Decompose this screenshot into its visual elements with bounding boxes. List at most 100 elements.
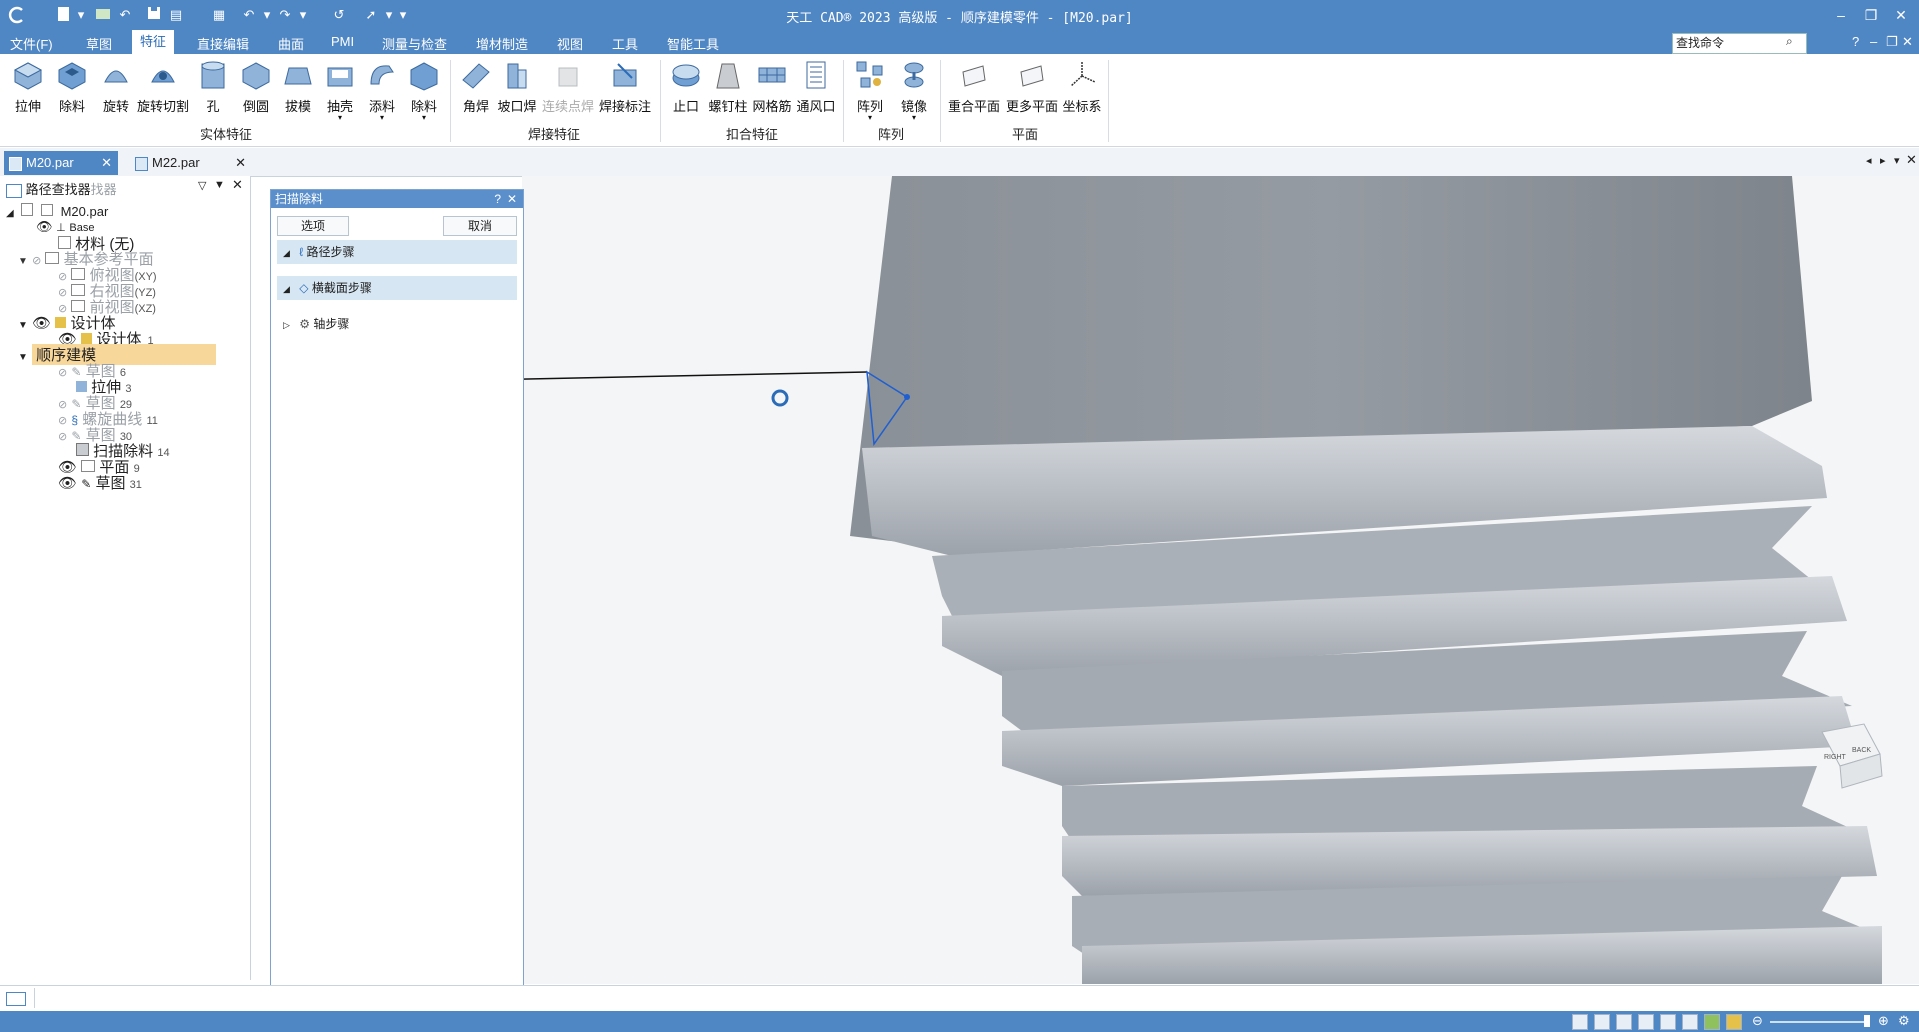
options-button[interactable]: 选项: [277, 216, 349, 236]
stitch-weld-button[interactable]: 连续点焊: [540, 58, 596, 115]
add-material-button[interactable]: 添料 ▾: [362, 58, 402, 122]
tree-node-root[interactable]: ◢ M20.par: [6, 203, 108, 219]
lip-button[interactable]: 止口: [668, 58, 704, 115]
part-icon: [40, 204, 53, 216]
menu-view[interactable]: 视图: [557, 34, 583, 53]
expand-icon[interactable]: ▷: [277, 320, 296, 330]
remove-material-button[interactable]: 除料 ▾: [404, 58, 444, 122]
collapse-icon[interactable]: ◢: [6, 208, 14, 219]
more-planes-button[interactable]: 更多平面: [1004, 58, 1060, 115]
panel-close-icon[interactable]: ✕: [507, 190, 517, 208]
revolve-cut-button[interactable]: 旋转切割: [136, 58, 190, 115]
tab-m22[interactable]: M22.par ✕: [130, 151, 252, 175]
hole-button[interactable]: 孔: [196, 58, 230, 115]
profile-vertex[interactable]: [904, 394, 910, 400]
menu-additive[interactable]: 增材制造: [476, 34, 528, 53]
shell-button[interactable]: 抽壳 ▾: [320, 58, 360, 122]
collapse-icon[interactable]: ◢: [277, 284, 296, 294]
eye-icon[interactable]: 👁: [36, 219, 53, 234]
close-window-button[interactable]: ✕: [1890, 4, 1912, 26]
tab-list-icon[interactable]: ▾: [1894, 154, 1900, 167]
panel-help-icon[interactable]: ?: [494, 190, 501, 208]
ribbon-restore-icon[interactable]: ❐: [1886, 34, 1898, 50]
close-tab-icon[interactable]: ✕: [101, 151, 112, 175]
ribbon-close-icon[interactable]: ✕: [1902, 34, 1913, 50]
close-panel-icon[interactable]: ✕: [232, 177, 243, 193]
menu-measure[interactable]: 测量与检查: [382, 34, 447, 53]
menu-direct-edit[interactable]: 直接编辑: [197, 34, 249, 53]
zoom-in-icon[interactable]: ⊕: [1878, 1013, 1889, 1029]
revolve-button[interactable]: 旋转: [96, 58, 136, 115]
menu-features[interactable]: 特征: [132, 30, 175, 54]
pan-icon[interactable]: [1638, 1014, 1654, 1030]
fillet-weld-button[interactable]: 角焊: [456, 58, 496, 115]
menu-surface[interactable]: 曲面: [278, 34, 304, 53]
expand-icon[interactable]: ▼: [18, 256, 28, 267]
step-axis[interactable]: ▷ ⚙ 轴步骤: [277, 312, 517, 336]
sketch-view-icon[interactable]: [1682, 1014, 1698, 1030]
zoom-slider-thumb[interactable]: [1864, 1015, 1870, 1027]
rotate-icon[interactable]: [1660, 1014, 1676, 1030]
draft-button[interactable]: 拔模: [278, 58, 318, 115]
add-material-dropdown-icon[interactable]: ▾: [362, 114, 402, 122]
pattern-button[interactable]: 阵列 ▾: [850, 58, 890, 122]
mirror-dropdown-icon[interactable]: ▾: [894, 114, 934, 122]
remove-material-dropdown-icon[interactable]: ▾: [404, 114, 444, 122]
step-path[interactable]: ◢ ℓ 路径步骤: [277, 240, 517, 264]
tab-scroll-left-icon[interactable]: ◂: [1866, 154, 1872, 167]
filter-icon[interactable]: ▽: [198, 179, 206, 192]
tab-m20[interactable]: M20.par ✕: [4, 151, 118, 175]
vent-button[interactable]: 通风口: [796, 58, 836, 115]
zoom-icon[interactable]: [1594, 1014, 1610, 1030]
fit-icon[interactable]: [1616, 1014, 1632, 1030]
zoom-out-icon[interactable]: ⊖: [1752, 1013, 1763, 1029]
menu-sketch[interactable]: 草图: [86, 34, 112, 53]
tab-scroll-right-icon[interactable]: ▸: [1880, 154, 1886, 167]
ribbon-minimize-icon[interactable]: –: [1870, 34, 1877, 49]
menu-file[interactable]: 文件(F): [10, 34, 53, 53]
menu-pmi[interactable]: PMI: [331, 34, 354, 49]
panel-menu-icon[interactable]: ▼: [214, 179, 225, 191]
pattern-dropdown-icon[interactable]: ▾: [850, 114, 890, 122]
shading-icon[interactable]: [1726, 1014, 1742, 1030]
eye-hidden-icon[interactable]: ⊘: [32, 255, 41, 267]
minimize-button[interactable]: –: [1830, 4, 1852, 26]
cancel-button[interactable]: 取消: [443, 216, 517, 236]
settings-icon[interactable]: ⚙: [1898, 1013, 1910, 1029]
web-network-icon: [758, 67, 786, 83]
menu-smart-tools[interactable]: 智能工具: [667, 34, 719, 53]
eye-hidden-icon[interactable]: ⊘: [58, 367, 67, 379]
web-network-button[interactable]: 网格筋: [750, 58, 794, 115]
search-icon[interactable]: ⌕: [1786, 34, 1793, 49]
sweep-path-line[interactable]: [522, 371, 868, 381]
thread-model: RIGHT BACK: [522, 176, 1883, 984]
eye-icon[interactable]: 👁: [32, 315, 51, 332]
zoom-slider[interactable]: [1770, 1021, 1870, 1023]
view-orient-icon[interactable]: [1704, 1014, 1720, 1030]
graphics-viewport[interactable]: RIGHT BACK: [522, 176, 1919, 984]
eye-hidden-icon[interactable]: ⊘: [58, 431, 67, 443]
weld-annotation-button[interactable]: 焊接标注: [598, 58, 652, 115]
round-button[interactable]: 倒圆: [236, 58, 276, 115]
mirror-button[interactable]: 镜像 ▾: [894, 58, 934, 122]
eye-icon[interactable]: 👁: [58, 475, 77, 492]
close-tab-icon[interactable]: ✕: [235, 151, 246, 175]
zoom-area-icon[interactable]: [1572, 1014, 1588, 1030]
groove-weld-button[interactable]: 坡口焊: [496, 58, 538, 115]
menu-tools[interactable]: 工具: [612, 34, 638, 53]
restore-button[interactable]: ❐: [1860, 4, 1882, 26]
expand-icon[interactable]: ▼: [18, 352, 28, 363]
shell-dropdown-icon[interactable]: ▾: [320, 114, 360, 122]
expand-icon[interactable]: ▼: [18, 320, 28, 331]
extrude-button[interactable]: 拉伸: [8, 58, 48, 115]
collapse-icon[interactable]: ◢: [277, 248, 296, 258]
coordinate-system-button[interactable]: 坐标系: [1060, 58, 1104, 115]
cut-button[interactable]: 除料: [52, 58, 92, 115]
keyboard-icon[interactable]: [6, 992, 26, 1006]
help-icon[interactable]: ?: [1852, 34, 1859, 49]
close-all-tabs-icon[interactable]: ✕: [1906, 152, 1917, 168]
coincident-plane-button[interactable]: 重合平面: [946, 58, 1002, 115]
step-cross-section[interactable]: ◢ ◇ 横截面步骤: [277, 276, 517, 300]
tree-node-sketch-31[interactable]: 👁 ✎ 草图 31: [58, 472, 142, 493]
boss-button[interactable]: 螺钉柱: [706, 58, 750, 115]
